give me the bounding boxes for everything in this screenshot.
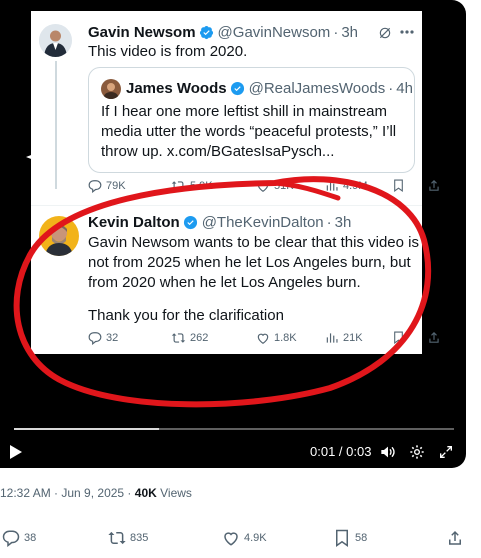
divider [31, 205, 422, 206]
author-name[interactable]: Gavin Newsom [88, 24, 196, 41]
bookmark-count: 58 [355, 532, 368, 544]
settings-icon[interactable] [409, 444, 425, 460]
quote-text: If I hear one more leftist shill in main… [101, 103, 397, 160]
repost-button[interactable]: 5.9K [171, 179, 213, 193]
views-icon [326, 181, 338, 191]
reply-time[interactable]: 3h [335, 214, 352, 231]
share-icon [449, 530, 461, 545]
repost-button[interactable]: 262 [171, 331, 208, 345]
reply-author-handle[interactable]: @TheKevinDalton [202, 214, 324, 231]
views-label: Views [160, 486, 192, 500]
avatar [101, 79, 121, 99]
post-meta: 12:32 AM · Jun 9, 2025 · 40K Views [0, 486, 192, 500]
share-button[interactable] [446, 529, 464, 547]
time-display: 0:01 / 0:03 [310, 444, 372, 459]
views-count: 40K [134, 486, 157, 500]
tweet-text: This video is from 2020. [88, 43, 248, 60]
quoted-tweet[interactable]: James Woods @RealJamesWoods · 4h If I he… [88, 67, 415, 173]
reply-count: 32 [106, 332, 119, 344]
verified-icon [183, 215, 197, 230]
bookmark-icon[interactable] [392, 330, 405, 345]
reply-icon [2, 530, 20, 547]
verified-icon [199, 25, 213, 40]
progress-fill [14, 428, 160, 430]
repost-icon [171, 333, 186, 343]
verified-icon [230, 81, 244, 96]
video-controls: 0:01 / 0:03 [0, 420, 466, 468]
like-icon [257, 333, 269, 344]
repost-count: 835 [130, 532, 149, 544]
author-handle[interactable]: @GavinNewsom [218, 24, 331, 41]
views-button[interactable]: 4.9M [325, 179, 367, 193]
views-icon [326, 333, 338, 343]
like-button[interactable]: 4.9K [222, 529, 267, 547]
avatar [39, 216, 79, 256]
like-count: 4.9K [244, 532, 267, 544]
post-actions: 38 835 4.9K 58 [0, 524, 481, 554]
quote-time[interactable]: 4h [396, 80, 413, 97]
reply-count: 79K [106, 180, 126, 192]
embedded-tweet: Gavin Newsom @GavinNewsom · 3h This vide… [31, 11, 439, 354]
post-time[interactable]: 12:32 AM · Jun 9, 2025 · [0, 486, 131, 500]
thread-line [55, 61, 57, 189]
reply-icon [88, 180, 102, 193]
like-button[interactable]: 51K [256, 179, 294, 193]
share-icon[interactable] [427, 330, 441, 345]
video-player[interactable]: Gavin Newsom @GavinNewsom · 3h This vide… [0, 0, 466, 468]
more-icon[interactable] [400, 29, 414, 35]
reply-actions: 32 262 1.8K 21K [88, 330, 439, 346]
quote-author-name[interactable]: James Woods [126, 80, 227, 97]
like-button[interactable]: 1.8K [256, 331, 297, 345]
volume-icon[interactable] [380, 445, 396, 459]
like-count: 51K [274, 180, 294, 192]
repost-count: 5.9K [190, 180, 213, 192]
reply-count: 38 [24, 532, 37, 544]
tweet-actions: 79K 5.9K 51K 4.9M [88, 178, 439, 194]
reply-button[interactable]: 79K [88, 179, 126, 193]
reply-text: Gavin Newsom wants to be clear that this… [88, 234, 419, 291]
views-count: 4.9M [343, 180, 368, 192]
reply-button[interactable]: 32 [88, 331, 118, 345]
views-count: 21K [343, 332, 363, 344]
bookmark-icon[interactable] [392, 178, 405, 193]
share-icon[interactable] [427, 178, 441, 193]
grok-icon[interactable] [378, 26, 392, 40]
repost-button[interactable]: 835 [108, 529, 148, 547]
play-icon[interactable] [10, 445, 22, 459]
tweet-time[interactable]: 3h [341, 24, 358, 41]
quote-author-handle[interactable]: @RealJamesWoods [249, 80, 386, 97]
like-icon [257, 181, 269, 192]
like-count: 1.8K [274, 332, 297, 344]
bookmark-button[interactable]: 58 [333, 529, 367, 547]
fullscreen-icon[interactable] [438, 444, 454, 460]
progress-bar[interactable] [14, 428, 454, 430]
views-button[interactable]: 21K [325, 331, 363, 345]
reply-icon [88, 332, 102, 345]
repost-icon [108, 531, 126, 545]
reply-author-name[interactable]: Kevin Dalton [88, 214, 180, 231]
repost-icon [171, 181, 186, 191]
reply-button[interactable]: 38 [2, 529, 36, 547]
bookmark-icon [336, 529, 348, 547]
reply-text-2: Thank you for the clarification [88, 307, 284, 324]
repost-count: 262 [190, 332, 209, 344]
like-icon [224, 532, 238, 546]
avatar [39, 24, 72, 57]
